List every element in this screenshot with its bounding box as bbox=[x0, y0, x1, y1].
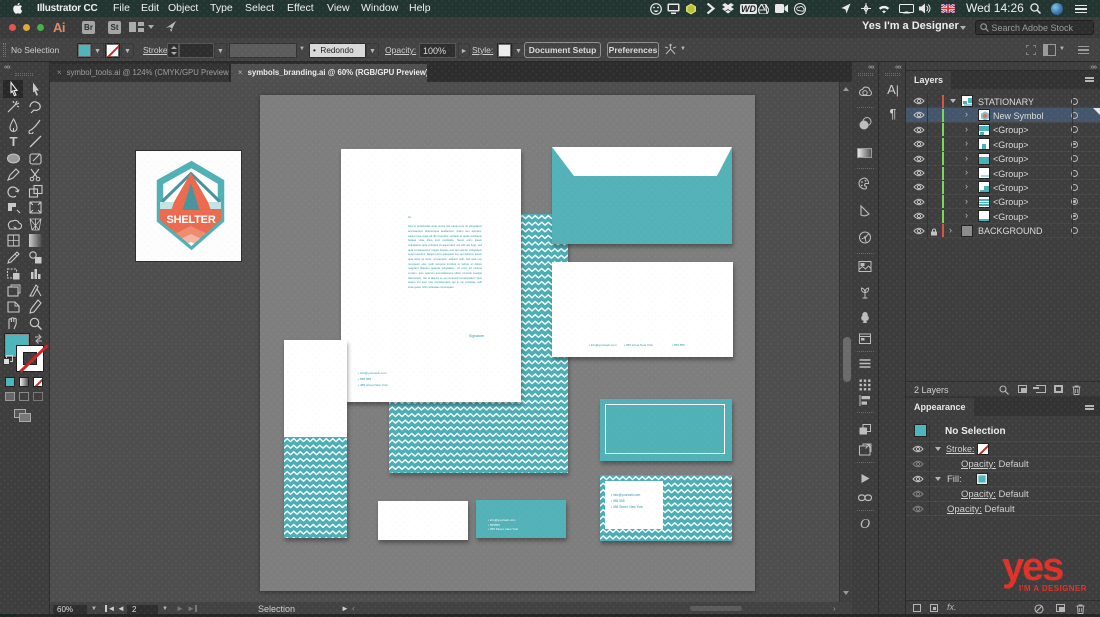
svg-text:SHELTER: SHELTER bbox=[166, 214, 215, 226]
